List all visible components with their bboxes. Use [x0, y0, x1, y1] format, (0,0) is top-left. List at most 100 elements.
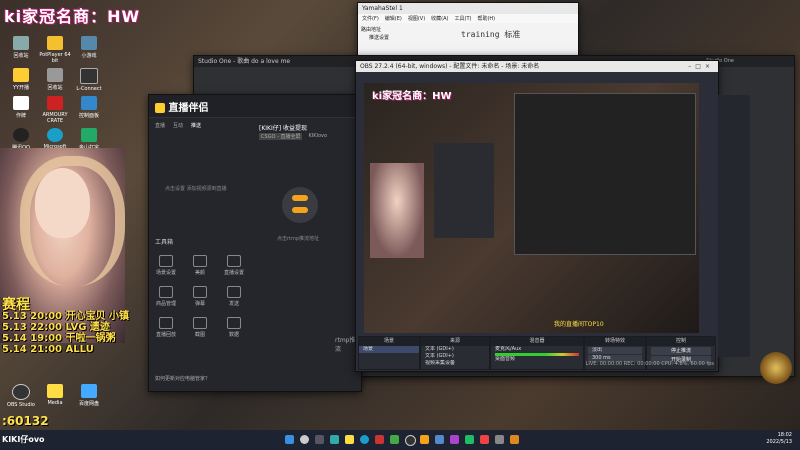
desktop-icon-yy[interactable]: YY开播	[4, 68, 38, 92]
desktop-icon-obs[interactable]: OBS Studio	[4, 384, 38, 408]
tool-icon	[159, 317, 173, 329]
obs-preview-subtitle: 我的直播间TOP10	[554, 321, 604, 328]
recycle-bin-icon	[13, 36, 29, 50]
menu-item[interactable]: 编辑(E)	[385, 15, 402, 22]
zbbl-tool[interactable]: 数据	[223, 317, 245, 338]
control-panel-icon	[81, 96, 97, 110]
app-icon[interactable]	[465, 435, 474, 444]
maximize-icon[interactable]: □	[695, 63, 705, 70]
desktop-icon-card[interactable]: 作牌	[4, 96, 38, 124]
zbbl-footer[interactable]: 如何更新对应电脑管家？	[155, 375, 210, 382]
yamaha-body: 路由地址 推送设置 training 标准	[358, 23, 578, 45]
stop-streaming-button[interactable]: 停止推流	[651, 347, 711, 355]
zbbl-tab[interactable]: 直播	[155, 122, 165, 129]
app-icon[interactable]	[480, 435, 489, 444]
yamaha-menubar: 文件(F) 编辑(E) 视图(V) 收藏(A) 工具(T) 帮助(H)	[358, 14, 578, 23]
zbbl-center-button[interactable]	[292, 207, 308, 213]
menu-item[interactable]: 工具(T)	[455, 15, 472, 22]
cloud-drive-icon	[81, 384, 97, 398]
app-icon[interactable]	[435, 435, 444, 444]
zbbl-toolbar-label: 工具箱	[155, 239, 174, 246]
zbbl-tool[interactable]: 发送	[223, 286, 245, 307]
menu-item[interactable]: 视图(V)	[408, 15, 425, 22]
menu-item[interactable]: 帮助(H)	[477, 15, 495, 22]
card-icon	[13, 96, 29, 110]
zbbl-sub2: KIKIovo	[308, 133, 328, 139]
edge-icon[interactable]	[360, 435, 369, 444]
zbbl-tab[interactable]: 互动	[173, 122, 183, 129]
taskbar: KIKI仔ovo	[0, 430, 800, 450]
zbbl-tool[interactable]: 场景设置	[155, 255, 177, 276]
schedule-line: 5.13 20:00 开心宝贝 小镇	[2, 311, 129, 322]
taskbar-clock[interactable]: 18:02 2022/5/13	[766, 432, 792, 446]
clock-time: 18:02	[777, 432, 792, 438]
zbbl-tab-active[interactable]: 推送	[191, 122, 201, 129]
widgets-icon[interactable]	[330, 435, 339, 444]
app-icon[interactable]	[495, 435, 504, 444]
zbbl-tool[interactable]: 弹幕	[189, 286, 211, 307]
edge-icon	[47, 128, 63, 142]
desktop-icon-control[interactable]: 控制面板	[72, 96, 106, 124]
mixer-track-name: 麦克风/Aux	[495, 346, 522, 352]
yamaha-titlebar[interactable]: YamahaStel 1	[358, 3, 578, 14]
tree-item[interactable]: 路由地址	[361, 26, 461, 34]
zbbl-sub-row: CSGO - 直播全屏 KIKIovo	[259, 133, 327, 140]
qq-icon	[13, 128, 29, 142]
right-side-panel	[718, 95, 750, 357]
app-icon[interactable]	[375, 435, 384, 444]
desktop-icon-lconnect[interactable]: L-Connect	[72, 68, 106, 92]
tool-icon	[193, 255, 207, 267]
obs-titlebar[interactable]: OBS 27.2.4 (64-bit, windows) - 配置文件: 未命名…	[356, 61, 718, 72]
rank-badge-icon	[760, 352, 792, 384]
desktop-icon-grid: 回收站 PotPlayer 64 bit 小游戏 YY开播 回收站 L-Conn…	[4, 36, 129, 156]
desktop-icon-recycle2[interactable]: 回收站	[38, 68, 72, 92]
dock-header: 场景	[359, 337, 419, 346]
zbbl-tool[interactable]: 美颜	[189, 255, 211, 276]
zbbl-sub[interactable]: CSGO - 直播全屏	[259, 133, 303, 140]
zbbl-tool[interactable]: 截图	[189, 317, 211, 338]
start-icon[interactable]	[285, 435, 294, 444]
search-icon[interactable]	[300, 435, 309, 444]
transition-select[interactable]: 淡出	[588, 347, 642, 354]
scene-item[interactable]: 场景	[359, 346, 419, 353]
obs-preview-nested-capture	[514, 93, 696, 255]
desktop-icon-baidu[interactable]: 百度网盘	[72, 384, 106, 408]
zbbl-tool[interactable]: 直播设置	[223, 255, 245, 276]
obs-status-bar: LIVE: 00:00:00 REC: 00:00:00 CPU: 4.8%, …	[585, 361, 714, 367]
desktop-icon-media[interactable]: Media	[38, 384, 72, 408]
banlv-icon[interactable]	[420, 435, 429, 444]
menu-item[interactable]: 文件(F)	[362, 15, 379, 22]
app-icon[interactable]	[510, 435, 519, 444]
tool-icon	[193, 286, 207, 298]
desktop-icon-armoury[interactable]: ARMOURY CRATE	[38, 96, 72, 124]
dock-header: 来源	[421, 337, 489, 346]
desktop-icon-recycle[interactable]: 回收站	[4, 36, 38, 64]
tree-item[interactable]: 推送设置	[361, 34, 461, 42]
app-icon[interactable]	[390, 435, 399, 444]
follower-count: :60132	[2, 414, 49, 428]
close-icon[interactable]: ×	[705, 63, 714, 70]
zbbl-tool[interactable]: 直播回放	[155, 317, 177, 338]
dock-header: 控制	[647, 337, 715, 346]
stream-title-overlay: ki家冠名商：HW	[4, 7, 141, 26]
dock-header: 转场特效	[585, 337, 645, 346]
source-item[interactable]: 文本 (GDI+)	[421, 353, 489, 360]
tool-icon	[159, 286, 173, 298]
armoury-icon	[47, 96, 63, 110]
desktop-icon-potplayer[interactable]: PotPlayer 64 bit	[38, 36, 72, 64]
yamaha-right-text: training 标准	[461, 30, 521, 39]
zbbl-section-label: [KIKI仔] 收益提现	[259, 125, 307, 132]
zbbl-tool[interactable]: 商品管理	[155, 286, 177, 307]
menu-item[interactable]: 收藏(A)	[431, 15, 448, 22]
clock-date: 2022/5/13	[766, 439, 792, 445]
zhibo-banlv-window: 直播伴侣 直播 互动 推送 [KIKI仔] 收益提现 CSGO - 直播全屏 K…	[148, 94, 362, 392]
desktop-icon-game[interactable]: 小游戏	[72, 36, 106, 64]
source-item[interactable]: 文本 (GDI+)	[421, 346, 489, 353]
obs-icon	[12, 384, 30, 400]
explorer-icon[interactable]	[345, 435, 354, 444]
zbbl-center-button[interactable]	[292, 195, 308, 201]
task-view-icon[interactable]	[315, 435, 324, 444]
tool-icon	[227, 255, 241, 267]
app-icon[interactable]	[450, 435, 459, 444]
obs-icon[interactable]	[405, 435, 416, 446]
